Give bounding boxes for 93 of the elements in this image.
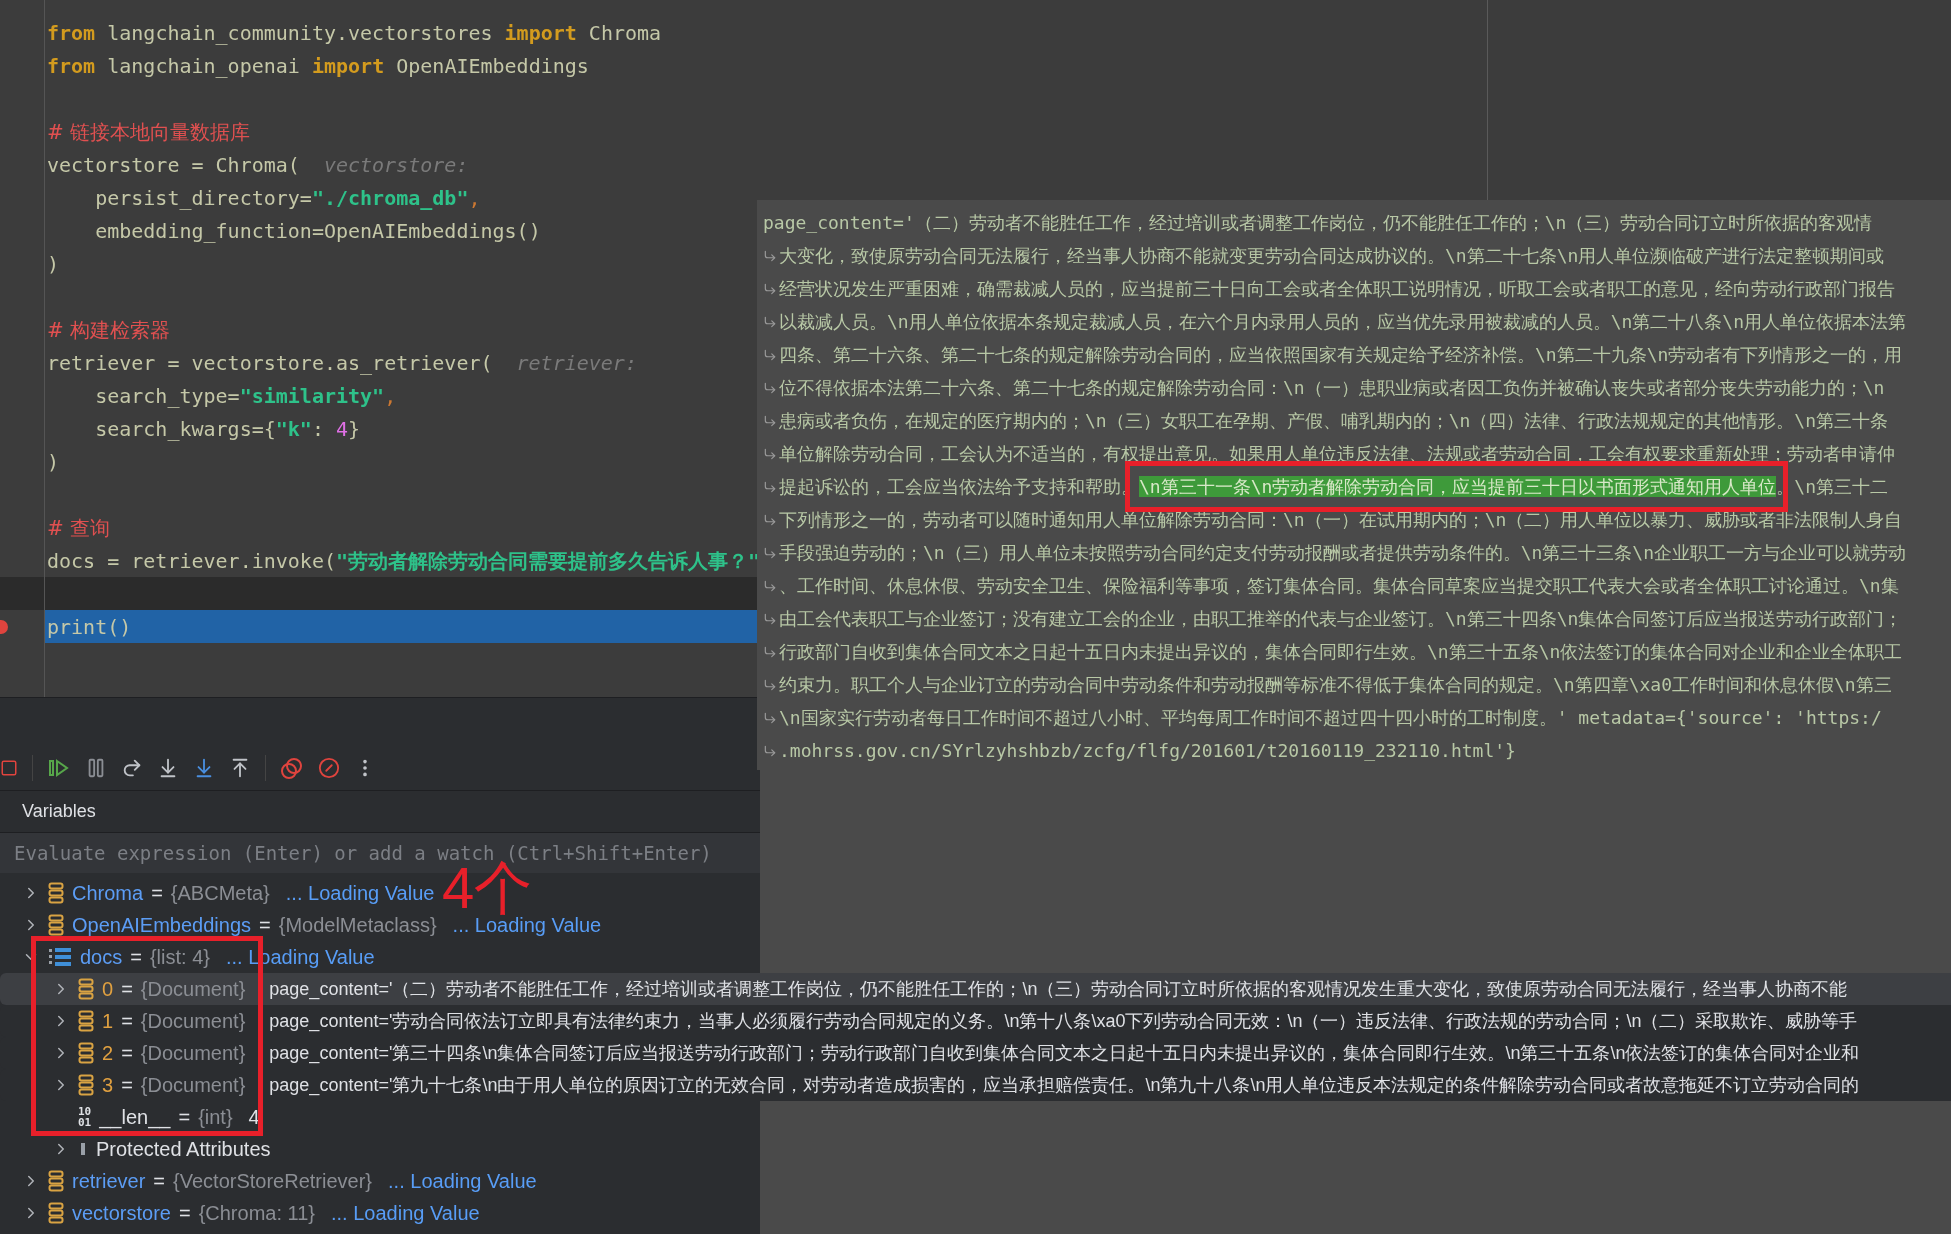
search-highlight: \n第三十一条\n劳动者解除劳动合同，应当提前三十日以书面形式通知用人单位 — [1139, 476, 1777, 497]
variable-icon — [78, 978, 94, 1000]
breakpoint-icon[interactable] — [0, 619, 8, 634]
equals-sign: = — [121, 1073, 133, 1098]
equals-sign: = — [178, 1105, 191, 1130]
variable-type: {ABCMeta} — [170, 881, 270, 906]
equals-sign: = — [151, 881, 163, 906]
variable-name: docs — [80, 945, 123, 970]
value-text: 手段强迫劳动的；\n（三）用人单位未按照劳动合同约定支付劳动报酬或者提供劳动条件的。\n第三十三条\n企业职工一方与企业可以就劳动 — [779, 541, 1907, 565]
variable-type: {Document} — [140, 1073, 246, 1098]
variable-name: Protected Attributes — [96, 1137, 271, 1162]
view-breakpoints-button[interactable] — [280, 756, 304, 780]
equals-sign: = — [153, 1169, 166, 1194]
variable-name: 2 — [102, 1041, 114, 1066]
variable-icon — [78, 1010, 94, 1032]
code-line: from langchain_community.vectorstores import Chroma — [46, 19, 662, 47]
variable-value: 4 — [248, 1105, 260, 1130]
code-line: search_type="similarity", — [94, 382, 397, 410]
variable-name: 0 — [102, 977, 114, 1002]
variable-row[interactable]: vectorstore = {Chroma: 11} ... Loading Value — [0, 1197, 488, 1229]
value-text: 以裁减人员。\n用人单位依据本条规定裁减人员，在六个月内录用人员的，应当优先录用被裁减的人员。\n第二十八条\n用人单位依据本法第 — [779, 310, 1907, 334]
value-text: 行政部门自收到集体合同文本之日起十五日内未提出异议的，集体合同即行生效。\n第三十五条\n依法签订的集体合同对企业和企业全体职工 — [779, 640, 1903, 664]
variable-type: {ModelMetaclass} — [278, 913, 437, 938]
variable-value: ... Loading Value — [331, 1201, 480, 1226]
variable-type: {Chroma: 11} — [198, 1201, 315, 1226]
value-text: .mohrss.gov.cn/SYrlzyhshbzb/zcfg/flfg/201601/t20160119_232110.html'} — [779, 739, 1516, 763]
attributes-icon — [78, 1141, 88, 1157]
variable-name: 3 — [102, 1073, 114, 1098]
variable-name: vectorstore — [72, 1201, 171, 1226]
code-line: print() — [46, 613, 132, 641]
code-line: retriever = vectorstore.as_retriever( retriever: — [46, 349, 637, 377]
variable-icon — [48, 1170, 64, 1192]
code-line: ) — [46, 250, 60, 278]
value-text: 约束力。职工个人与企业订立的劳动合同中劳动条件和劳动报酬等标准不得低于集体合同的规定。\n第四章\xa0工作时间和休息休假\n第三 — [779, 673, 1892, 697]
variable-value: ... Loading Value — [452, 914, 602, 938]
code-line: embedding_function=OpenAIEmbeddings() — [94, 217, 541, 245]
equals-sign: = — [121, 977, 133, 1002]
equals-sign: = — [121, 1009, 133, 1034]
equals-sign: = — [130, 945, 142, 970]
equals-sign: = — [178, 1201, 191, 1226]
value-text: 位不得依据本法第二十六条、第二十七条的规定解除劳动合同：\n（一）患职业病或者因工负伤并被确认丧失或者部分丧失劳动能力的；\n — [779, 376, 1885, 400]
value-text: 由工会代表职工与企业签订；没有建立工会的企业，由职工推举的代表与企业签订。\n第三十四条\n集体合同签订后应当报送劳动行政部门； — [779, 607, 1903, 631]
value-text: 患病或者负伤，在规定的医疗期内的；\n（三）女职工在孕期、产假、哺乳期内的；\n（四）法律、行政法规规定的其他情形。\n第三十条 — [779, 409, 1889, 433]
variable-type: {Document} — [140, 1041, 246, 1066]
value-text: 经营状况发生严重困难，确需裁减人员的，应当提前三十日向工会或者全体职工说明情况，听取工会或者职工的意见，经向劳动行政部门报告 — [779, 277, 1895, 301]
code-line: search_kwargs={"k": 4} — [94, 415, 361, 443]
variable-type: {Document} — [140, 1009, 246, 1034]
step-over-button[interactable] — [121, 757, 143, 779]
variable-value: page_content='（二）劳动者不能胜任工作，经过培训或者调整工作岗位，仍不能胜任工作的；\n（三）劳动合同订立时所依据的客观情况发生重大变化，致使原劳动合同无法履行，经当事人协商不能 — [269, 977, 1848, 1002]
variable-name: retriever — [72, 1169, 146, 1194]
variable-name: Chroma — [72, 881, 144, 906]
variable-type: {Document} — [140, 977, 246, 1002]
equals-sign: = — [259, 913, 271, 938]
variable-value: page_content='第九十七条\n由于用人单位的原因订立的无效合同，对劳动者造成损害的，应当承担赔偿责任。\n第九十八条\n用人单位违反本法规定的条件解除劳动合同或者故意拖延不订立劳动合同的 — [269, 1073, 1860, 1098]
variable-icon — [78, 1074, 94, 1096]
value-text: 、工作时间、休息休假、劳动安全卫生、保险福利等事项，签订集体合同。集体合同草案应当提交职工代表大会或者全体职工讨论通过。\n集 — [779, 574, 1899, 598]
mute-breakpoints-button[interactable] — [318, 757, 340, 779]
variable-name: __len__ — [99, 1105, 171, 1131]
code-line: ) — [46, 448, 60, 476]
binary-icon: 10 01 — [78, 1106, 92, 1128]
value-text: page_content='（二）劳动者不能胜任工作，经过培训或者调整工作岗位，仍不能胜任工作的；\n（三）劳动合同订立时所依据的客观情 — [763, 211, 1873, 235]
value-text: \n国家实行劳动者每日工作时间不超过八小时、平均每周工作时间不超过四十四小时的工时制度。' metadata={'source': 'https:/ — [779, 706, 1882, 730]
variable-icon — [48, 1202, 64, 1224]
variable-value: page_content='第三十四条\n集体合同签订后应当报送劳动行政部门；劳动行政部门自收到集体合同文本之日起十五日内未提出异议的，集体合同即行生效。\n第三十五条\n依法签订的集体合同对企业和 — [269, 1041, 1860, 1066]
variable-type: {VectorStoreRetriever} — [173, 1169, 373, 1194]
value-text: 。\n第三十二 — [1776, 475, 1889, 499]
code-line: # 查询 — [46, 514, 111, 542]
variable-row[interactable]: 0 = {Document} page_content='（二）劳动者不能胜任工作，经过培训或者调整工作岗位，仍不能胜任工作的；\n（三）劳动合同订立时所依据的客观情况发生重大变化，致使原劳动合同无法履行，经当事人协商不能 — [0, 973, 1951, 1005]
value-text: 大变化，致使原劳动合同无法履行，经当事人协商不能就变更劳动合同达成协议的。\n第二十七条\n用人单位濒临破产进行法定整顿期间或 — [779, 244, 1885, 268]
code-line: persist_directory="./chroma_db", — [94, 184, 481, 212]
variable-row[interactable]: Protected Attributes — [0, 1133, 279, 1165]
value-text: 四条、第二十六条、第二十七条的规定解除劳动合同的，应当依照国家有关规定给予经济补偿。\n第二十九条\n劳动者有下列情形之一的，用 — [779, 343, 1903, 367]
code-line: # 构建检索器 — [46, 316, 171, 344]
code-line: # 链接本地向量数据库 — [46, 118, 251, 146]
variable-type: {list: 4} — [149, 945, 210, 970]
variable-type: {int} — [198, 1105, 233, 1130]
variable-value: ... Loading Value — [388, 1169, 537, 1194]
variable-name: OpenAIEmbeddings — [72, 913, 251, 938]
code-line: vectorstore = Chroma( vectorstore: — [46, 151, 469, 179]
variable-row[interactable]: Chroma = {ABCMeta} ... Loading Value — [0, 877, 443, 909]
variable-value: ... Loading Value — [285, 881, 435, 906]
variable-row[interactable]: retriever = {VectorStoreRetriever} ... Loading Value — [0, 1165, 545, 1197]
resume-button[interactable] — [47, 756, 71, 780]
equals-sign: = — [121, 1041, 133, 1066]
variable-value: page_content='劳动合同依法订立即具有法律约束力，当事人必须履行劳动合同规定的义务。\n第十八条\xa0下列劳动合同无效：\n（一）违反法律、行政法规的劳动合同；\n（二）采取欺诈、威胁等手 — [269, 1009, 1858, 1034]
variable-name: 1 — [102, 1009, 114, 1034]
variable-icon — [78, 1042, 94, 1064]
value-text: 下列情形之一的，劳动者可以随时通知用人单位解除劳动合同：\n（一）在试用期内的；\n（二）用人单位以暴力、威胁或者非法限制人身自 — [779, 508, 1903, 532]
code-line: from langchain_openai import OpenAIEmbeddings — [46, 52, 589, 80]
variable-icon — [48, 914, 64, 936]
list-icon — [48, 946, 72, 968]
panel-title: Variables — [22, 800, 96, 823]
variable-icon — [48, 882, 64, 904]
